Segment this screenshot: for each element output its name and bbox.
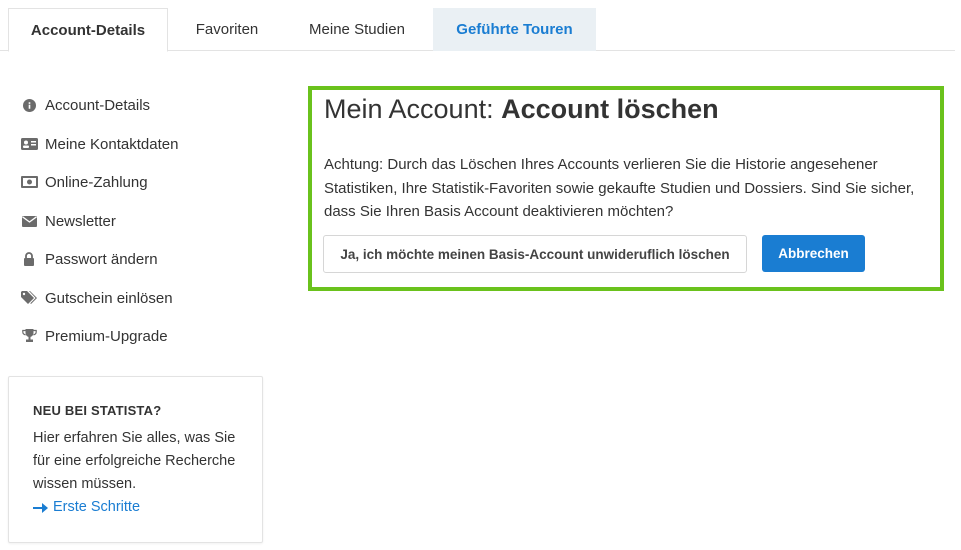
new-user-info-box: NEU BEI STATISTA? Hier erfahren Sie alle… [8,376,263,543]
page-title: Mein Account: Account löschen [324,94,719,125]
sidebar-item-label: Online-Zahlung [45,173,148,191]
sidebar-item-label: Passwort ändern [45,250,158,268]
arrow-right-icon [33,502,53,513]
info-box-text: Hier erfahren Sie alles, was Sie für ein… [33,430,236,492]
info-box-title: NEU BEI STATISTA? [33,403,162,418]
lock-icon [20,251,38,267]
tab-bar: Account-Details Favoriten Meine Studien … [0,0,955,52]
sidebar-item-contact-data[interactable]: Meine Kontaktdaten [20,133,178,155]
sidebar-item-change-password[interactable]: Passwort ändern [20,248,158,270]
sidebar-item-premium-upgrade[interactable]: Premium-Upgrade [20,325,168,347]
sidebar-item-label: Newsletter [45,212,116,230]
first-steps-link-label: Erste Schritte [53,499,141,515]
delete-warning-text: Achtung: Durch das Löschen Ihres Account… [324,156,915,220]
sidebar-item-label: Meine Kontaktdaten [45,135,179,153]
tab-my-studies[interactable]: Meine Studien [290,8,424,51]
envelope-icon [20,213,38,229]
id-card-icon [20,136,38,152]
cancel-button[interactable]: Abbrechen [762,235,865,272]
tab-guided-tours[interactable]: Geführte Touren [433,8,596,51]
sidebar-item-label: Premium-Upgrade [45,327,168,345]
sidebar-item-label: Gutschein einlösen [45,289,173,307]
page-title-bold: Account löschen [501,94,719,124]
tab-favorites[interactable]: Favoriten [175,8,279,51]
money-bill-icon [20,174,38,190]
page-title-prefix: Mein Account: [324,94,502,124]
sidebar-item-newsletter[interactable]: Newsletter [20,210,116,232]
sidebar-item-redeem-voucher[interactable]: Gutschein einlösen [20,287,173,309]
tab-account-details[interactable]: Account-Details [8,8,168,52]
sidebar-item-label: Account-Details [45,96,151,114]
first-steps-link[interactable]: Erste Schritte [33,496,238,519]
sidebar-item-account-details[interactable]: Account-Details [20,94,150,116]
tags-icon [20,290,38,306]
info-circle-icon [20,97,38,113]
delete-account-panel: Mein Account: Account löschen Achtung: D… [308,86,944,291]
confirm-delete-button[interactable]: Ja, ich möchte meinen Basis-Account unwi… [323,235,747,273]
trophy-icon [20,328,38,344]
sidebar-item-online-payment[interactable]: Online-Zahlung [20,171,148,193]
